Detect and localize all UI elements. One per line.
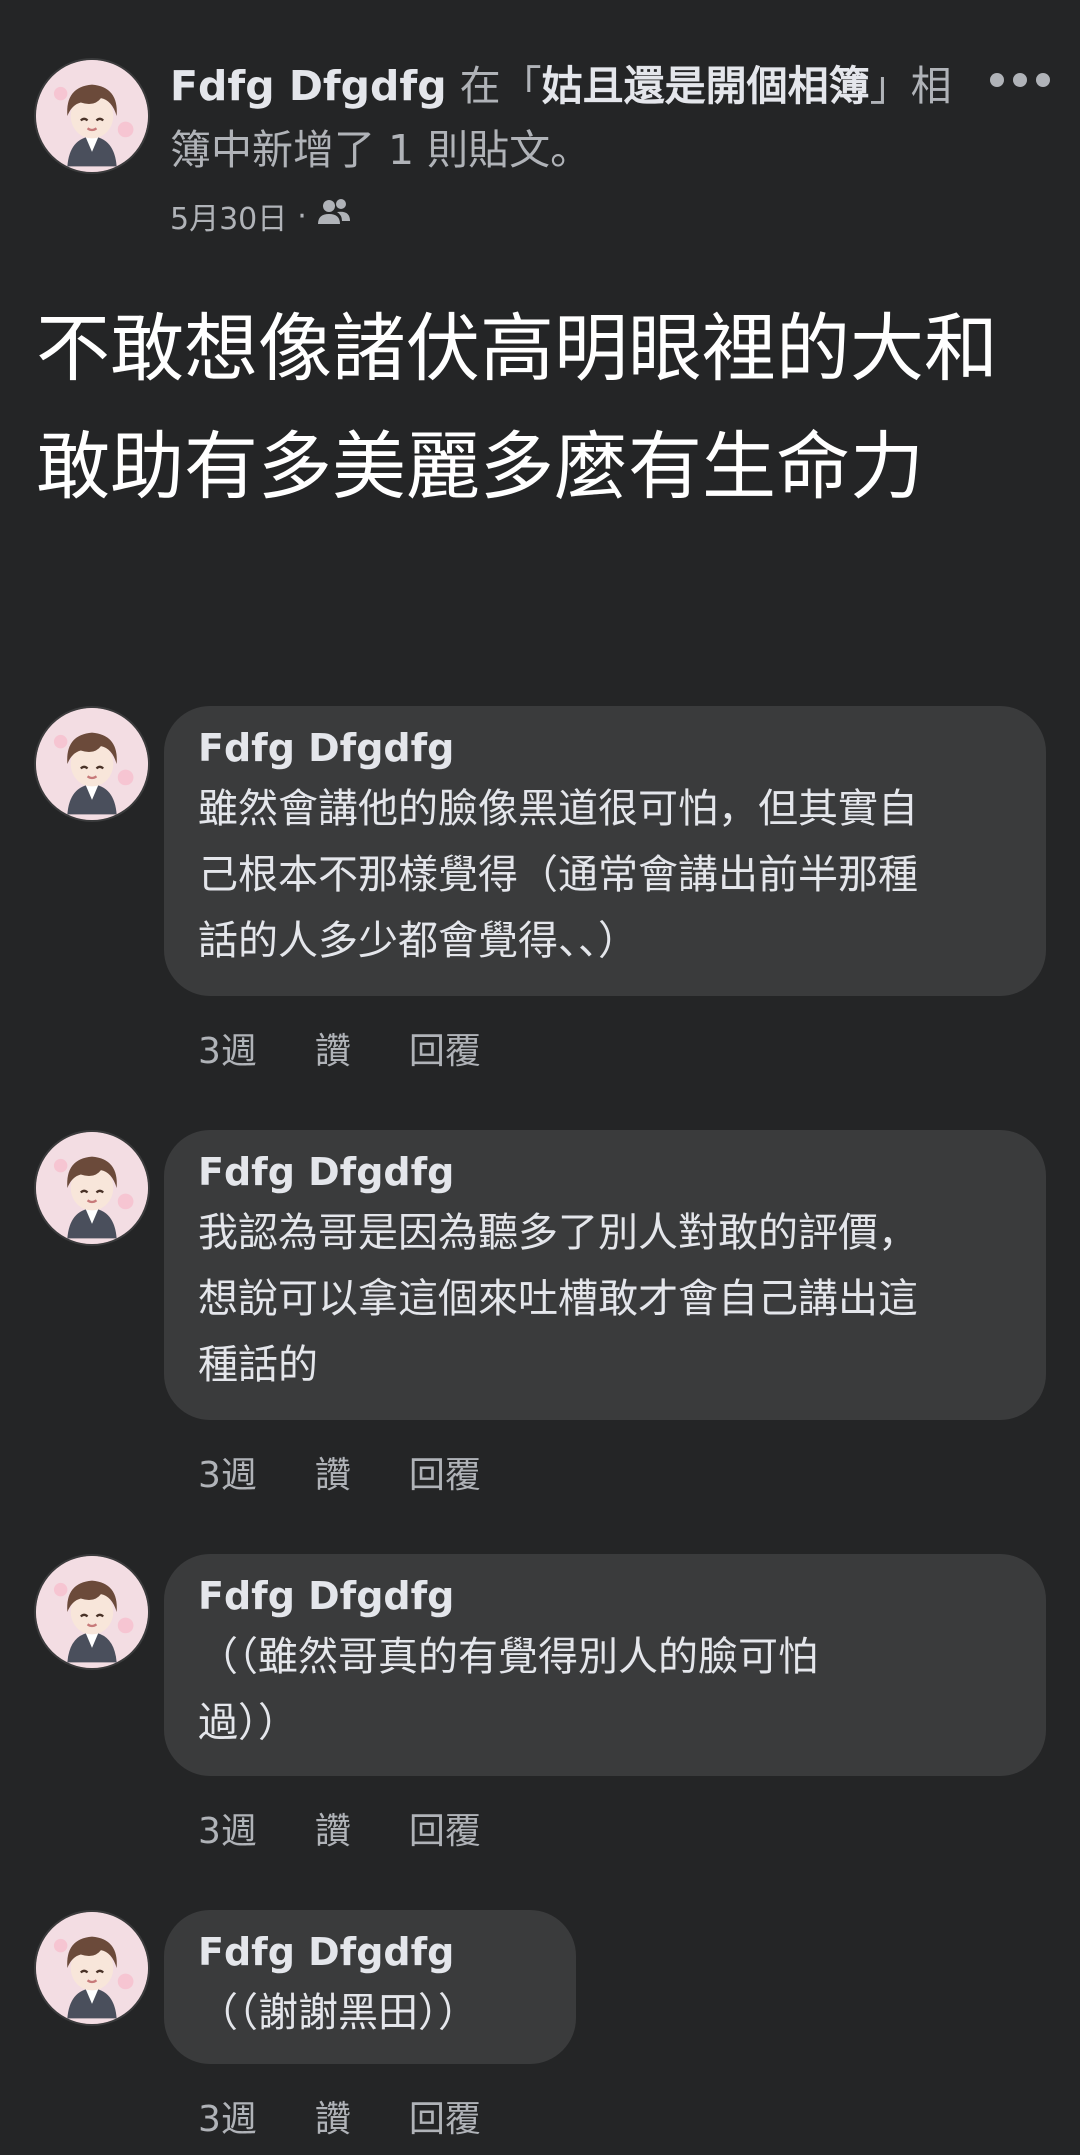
avatar-illustration <box>36 60 148 172</box>
more-options-button[interactable] <box>990 60 1050 100</box>
comment-time[interactable]: 3週 <box>198 1802 257 1854</box>
commenter-avatar[interactable] <box>34 1910 150 2026</box>
reply-button[interactable]: 回覆 <box>409 1802 481 1854</box>
more-dot <box>1013 73 1027 87</box>
comment-bubble[interactable]: Fdfg Dfgdfg 雖然會講他的臉像黑道很可怕，但其實自 己根本不那樣覺得（… <box>164 706 1046 996</box>
comment-actions: 3週 讚 回覆 <box>198 1802 539 1854</box>
author-avatar[interactable] <box>34 58 150 174</box>
comment-actions: 3週 讚 回覆 <box>198 1022 539 1074</box>
comment-actions: 3週 讚 回覆 <box>198 1446 539 1498</box>
comment-author[interactable]: Fdfg Dfgdfg <box>198 1568 1012 1624</box>
comment-actions: 3週 讚 回覆 <box>198 2090 539 2142</box>
post-header-text: Fdfg Dfgdfg 在「姑且還是開個相簿」相簿中新增了 1 則貼文。 <box>170 54 970 182</box>
comment-text: 雖然會講他的臉像黑道很可怕，但其實自 己根本不那樣覺得（通常會講出前半那種 話的… <box>198 786 918 964</box>
commenter-avatar[interactable] <box>34 1554 150 1670</box>
comment-author[interactable]: Fdfg Dfgdfg <box>198 720 1012 776</box>
comment-time[interactable]: 3週 <box>198 2090 257 2142</box>
commenter-avatar[interactable] <box>34 706 150 822</box>
more-dot <box>990 73 1004 87</box>
friends-icon <box>317 197 351 235</box>
meta-separator: · <box>297 198 307 234</box>
avatar-illustration <box>36 1132 148 1244</box>
comment-author[interactable]: Fdfg Dfgdfg <box>198 1144 1012 1200</box>
like-button[interactable]: 讚 <box>315 1446 351 1498</box>
comment-bubble[interactable]: Fdfg Dfgdfg 我認為哥是因為聽多了別人對敢的評價， 想說可以拿這個來吐… <box>164 1130 1046 1420</box>
album-name-link[interactable]: 姑且還是開個相簿 <box>542 62 870 110</box>
like-button[interactable]: 讚 <box>315 2090 351 2142</box>
post-header: Fdfg Dfgdfg 在「姑且還是開個相簿」相簿中新增了 1 則貼文。 5月3… <box>0 0 1080 240</box>
comment-time[interactable]: 3週 <box>198 1446 257 1498</box>
reply-button[interactable]: 回覆 <box>409 1022 481 1074</box>
more-dot <box>1036 73 1050 87</box>
reply-button[interactable]: 回覆 <box>409 2090 481 2142</box>
reply-button[interactable]: 回覆 <box>409 1446 481 1498</box>
avatar-illustration <box>36 1556 148 1668</box>
comment-bubble[interactable]: Fdfg Dfgdfg （（雖然哥真的有覺得別人的臉可怕 過）） <box>164 1554 1046 1776</box>
comment-text: （（雖然哥真的有覺得別人的臉可怕 過）） <box>198 1634 818 1746</box>
like-button[interactable]: 讚 <box>315 1022 351 1074</box>
post-body-text: 不敢想像諸伏高明眼裡的大和敢助有多美麗多麼有生命力 <box>36 306 998 510</box>
post-meta: 5月30日 · <box>170 194 351 238</box>
post-date[interactable]: 5月30日 <box>170 194 287 238</box>
like-button[interactable]: 讚 <box>315 1802 351 1854</box>
commenter-avatar[interactable] <box>34 1130 150 1246</box>
comment-bubble[interactable]: Fdfg Dfgdfg （（謝謝黑田）） <box>164 1910 576 2064</box>
comment-text: 我認為哥是因為聽多了別人對敢的評價， 想說可以拿這個來吐槽敢才會自己講出這 種話… <box>198 1210 918 1388</box>
author-name[interactable]: Fdfg Dfgdfg <box>170 62 447 110</box>
comment-time[interactable]: 3週 <box>198 1022 257 1074</box>
avatar-illustration <box>36 1912 148 2024</box>
avatar-illustration <box>36 708 148 820</box>
comment-text: （（謝謝黑田）） <box>198 1990 478 2036</box>
comment-author[interactable]: Fdfg Dfgdfg <box>198 1924 542 1980</box>
action-text-prefix: 在「 <box>446 62 542 110</box>
